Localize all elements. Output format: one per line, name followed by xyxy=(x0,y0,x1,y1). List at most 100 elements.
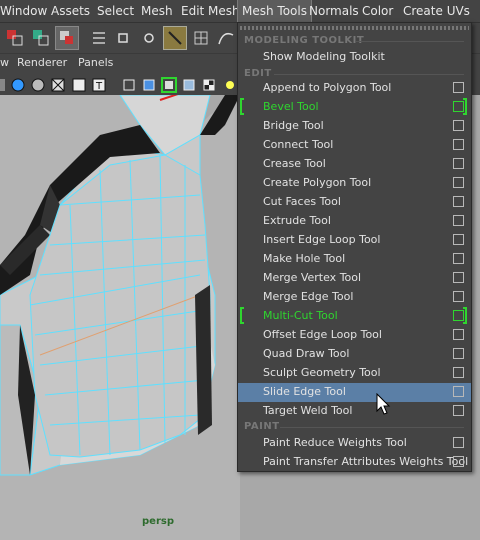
light-icon[interactable] xyxy=(226,81,234,89)
menu-item-label: Slide Edge Tool xyxy=(263,385,346,398)
menu-item-append-to-polygon-tool[interactable]: Append to Polygon Tool xyxy=(238,79,471,98)
menu-item-crease-tool[interactable]: Crease Tool xyxy=(238,155,471,174)
lasso-tool-icon[interactable] xyxy=(30,27,52,49)
menu-assets[interactable]: Assets xyxy=(51,0,90,22)
panel-menu-renderer[interactable]: Renderer xyxy=(17,56,67,69)
text-icon[interactable]: T xyxy=(92,78,106,92)
svg-text:T: T xyxy=(95,81,103,92)
select-tool-icon[interactable] xyxy=(4,27,26,49)
menu-item-show-modeling-toolkit[interactable]: Show Modeling Toolkit xyxy=(238,48,471,67)
wireframe-shading-icon[interactable] xyxy=(11,78,25,92)
menu-item-offset-edge-loop-tool[interactable]: Offset Edge Loop Tool xyxy=(238,326,471,345)
menu-mesh[interactable]: Mesh xyxy=(141,0,173,22)
menu-window[interactable]: Window xyxy=(0,0,47,22)
menu-item-connect-tool[interactable]: Connect Tool xyxy=(238,136,471,155)
option-box-icon[interactable] xyxy=(453,405,464,416)
menu-item-label: Target Weld Tool xyxy=(263,404,353,417)
section-divider xyxy=(356,41,464,42)
checker-icon[interactable] xyxy=(203,79,215,91)
menu-item-label: Show Modeling Toolkit xyxy=(263,50,385,63)
menu-item-insert-edge-loop-tool[interactable]: Insert Edge Loop Tool xyxy=(238,231,471,250)
section-paint: PAINT xyxy=(244,421,280,432)
option-box-icon[interactable] xyxy=(453,272,464,283)
menu-item-label: Bevel Tool xyxy=(263,100,319,113)
menu-item-quad-draw-tool[interactable]: Quad Draw Tool xyxy=(238,345,471,364)
option-box-icon[interactable] xyxy=(453,177,464,188)
section-edit: EDIT xyxy=(244,68,272,79)
snap-curve-icon[interactable] xyxy=(112,27,134,49)
option-box-icon[interactable] xyxy=(453,437,464,448)
menu-item-extrude-tool[interactable]: Extrude Tool xyxy=(238,212,471,231)
menu-item-label: Sculpt Geometry Tool xyxy=(263,366,381,379)
menu-item-label: Append to Polygon Tool xyxy=(263,81,392,94)
menu-create-uvs[interactable]: Create UVs xyxy=(403,0,470,22)
menu-mesh-tools[interactable]: Mesh Tools xyxy=(237,0,312,23)
wireframe-on-shaded-icon[interactable] xyxy=(51,78,65,92)
option-box-icon[interactable] xyxy=(453,367,464,378)
option-box-icon[interactable] xyxy=(453,196,464,207)
option-box-icon[interactable] xyxy=(453,386,464,397)
menu-item-label: Merge Vertex Tool xyxy=(263,271,362,284)
menu-item-bridge-tool[interactable]: Bridge Tool xyxy=(238,117,471,136)
option-box-icon[interactable] xyxy=(453,456,464,467)
menu-item-make-hole-tool[interactable]: Make Hole Tool xyxy=(238,250,471,269)
menu-item-sculpt-geometry-tool[interactable]: Sculpt Geometry Tool xyxy=(238,364,471,383)
menu-item-merge-edge-tool[interactable]: Merge Edge Tool xyxy=(238,288,471,307)
menu-item-label: Cut Faces Tool xyxy=(263,195,341,208)
menu-item-paint-transfer-attributes-weights-tool[interactable]: Paint Transfer Attributes Weights Tool xyxy=(238,453,471,472)
mesh-tools-menu: MODELING TOOLKIT Show Modeling Toolkit E… xyxy=(237,22,472,472)
menu-item-label: Insert Edge Loop Tool xyxy=(263,233,381,246)
menu-select[interactable]: Select xyxy=(97,0,134,22)
smooth-shading-icon[interactable] xyxy=(31,78,45,92)
option-box-icon[interactable] xyxy=(453,291,464,302)
curve-tool-icon[interactable] xyxy=(215,27,237,49)
menu-edit-mesh[interactable]: Edit Mesh xyxy=(181,0,240,22)
main-menubar: Window Assets Select Mesh Edit Mesh Mesh… xyxy=(0,0,480,23)
menu-color[interactable]: Color xyxy=(362,0,393,22)
isolate-select-icon[interactable] xyxy=(161,77,177,93)
snap-point-icon[interactable] xyxy=(138,27,160,49)
section-divider xyxy=(274,74,464,75)
menu-item-merge-vertex-tool[interactable]: Merge Vertex Tool xyxy=(238,269,471,288)
option-box-icon[interactable] xyxy=(453,310,464,321)
menu-item-multi-cut-tool[interactable]: Multi-Cut Tool xyxy=(238,307,471,326)
option-box-icon[interactable] xyxy=(453,329,464,340)
marking-bracket-left xyxy=(240,98,244,115)
snap-live-icon[interactable] xyxy=(190,27,212,49)
shaded-cube-icon[interactable] xyxy=(143,79,155,91)
menu-item-label: Connect Tool xyxy=(263,138,334,151)
menu-item-label: Quad Draw Tool xyxy=(263,347,350,360)
xray-icon[interactable] xyxy=(183,79,195,91)
menu-item-label: Paint Transfer Attributes Weights Tool xyxy=(263,455,469,468)
section-modeling-toolkit: MODELING TOOLKIT xyxy=(244,35,365,46)
option-box-icon[interactable] xyxy=(453,82,464,93)
menu-item-target-weld-tool[interactable]: Target Weld Tool xyxy=(238,402,471,421)
option-box-icon[interactable] xyxy=(453,348,464,359)
menu-normals[interactable]: Normals xyxy=(309,0,359,22)
menu-item-create-polygon-tool[interactable]: Create Polygon Tool xyxy=(238,174,471,193)
menu-item-label: Paint Reduce Weights Tool xyxy=(263,436,407,449)
option-box-icon[interactable] xyxy=(453,158,464,169)
snap-view-plane-icon[interactable] xyxy=(163,26,187,50)
menu-item-bevel-tool[interactable]: Bevel Tool xyxy=(238,98,471,117)
option-box-icon[interactable] xyxy=(453,253,464,264)
paint-select-tool-icon[interactable] xyxy=(55,26,79,50)
menu-item-paint-reduce-weights-tool[interactable]: Paint Reduce Weights Tool xyxy=(238,434,471,453)
option-box-icon[interactable] xyxy=(453,101,464,112)
snap-grid-icon[interactable] xyxy=(88,27,110,49)
menu-item-slide-edge-tool[interactable]: Slide Edge Tool xyxy=(238,383,471,402)
option-box-icon[interactable] xyxy=(453,120,464,131)
mouse-cursor-icon xyxy=(376,393,391,415)
option-box-icon[interactable] xyxy=(453,215,464,226)
option-box-icon[interactable] xyxy=(453,234,464,245)
tear-off-handle[interactable] xyxy=(240,26,469,30)
menu-item-cut-faces-tool[interactable]: Cut Faces Tool xyxy=(238,193,471,212)
option-box-icon[interactable] xyxy=(453,139,464,150)
panel-toolbar-edge-icon xyxy=(0,79,5,91)
wire-cube-icon[interactable] xyxy=(123,79,135,91)
textured-icon[interactable] xyxy=(72,78,86,92)
panel-menu-view[interactable]: w xyxy=(0,56,9,69)
menu-item-label: Make Hole Tool xyxy=(263,252,346,265)
panel-menu-panels[interactable]: Panels xyxy=(78,56,113,69)
menu-item-label: Bridge Tool xyxy=(263,119,324,132)
